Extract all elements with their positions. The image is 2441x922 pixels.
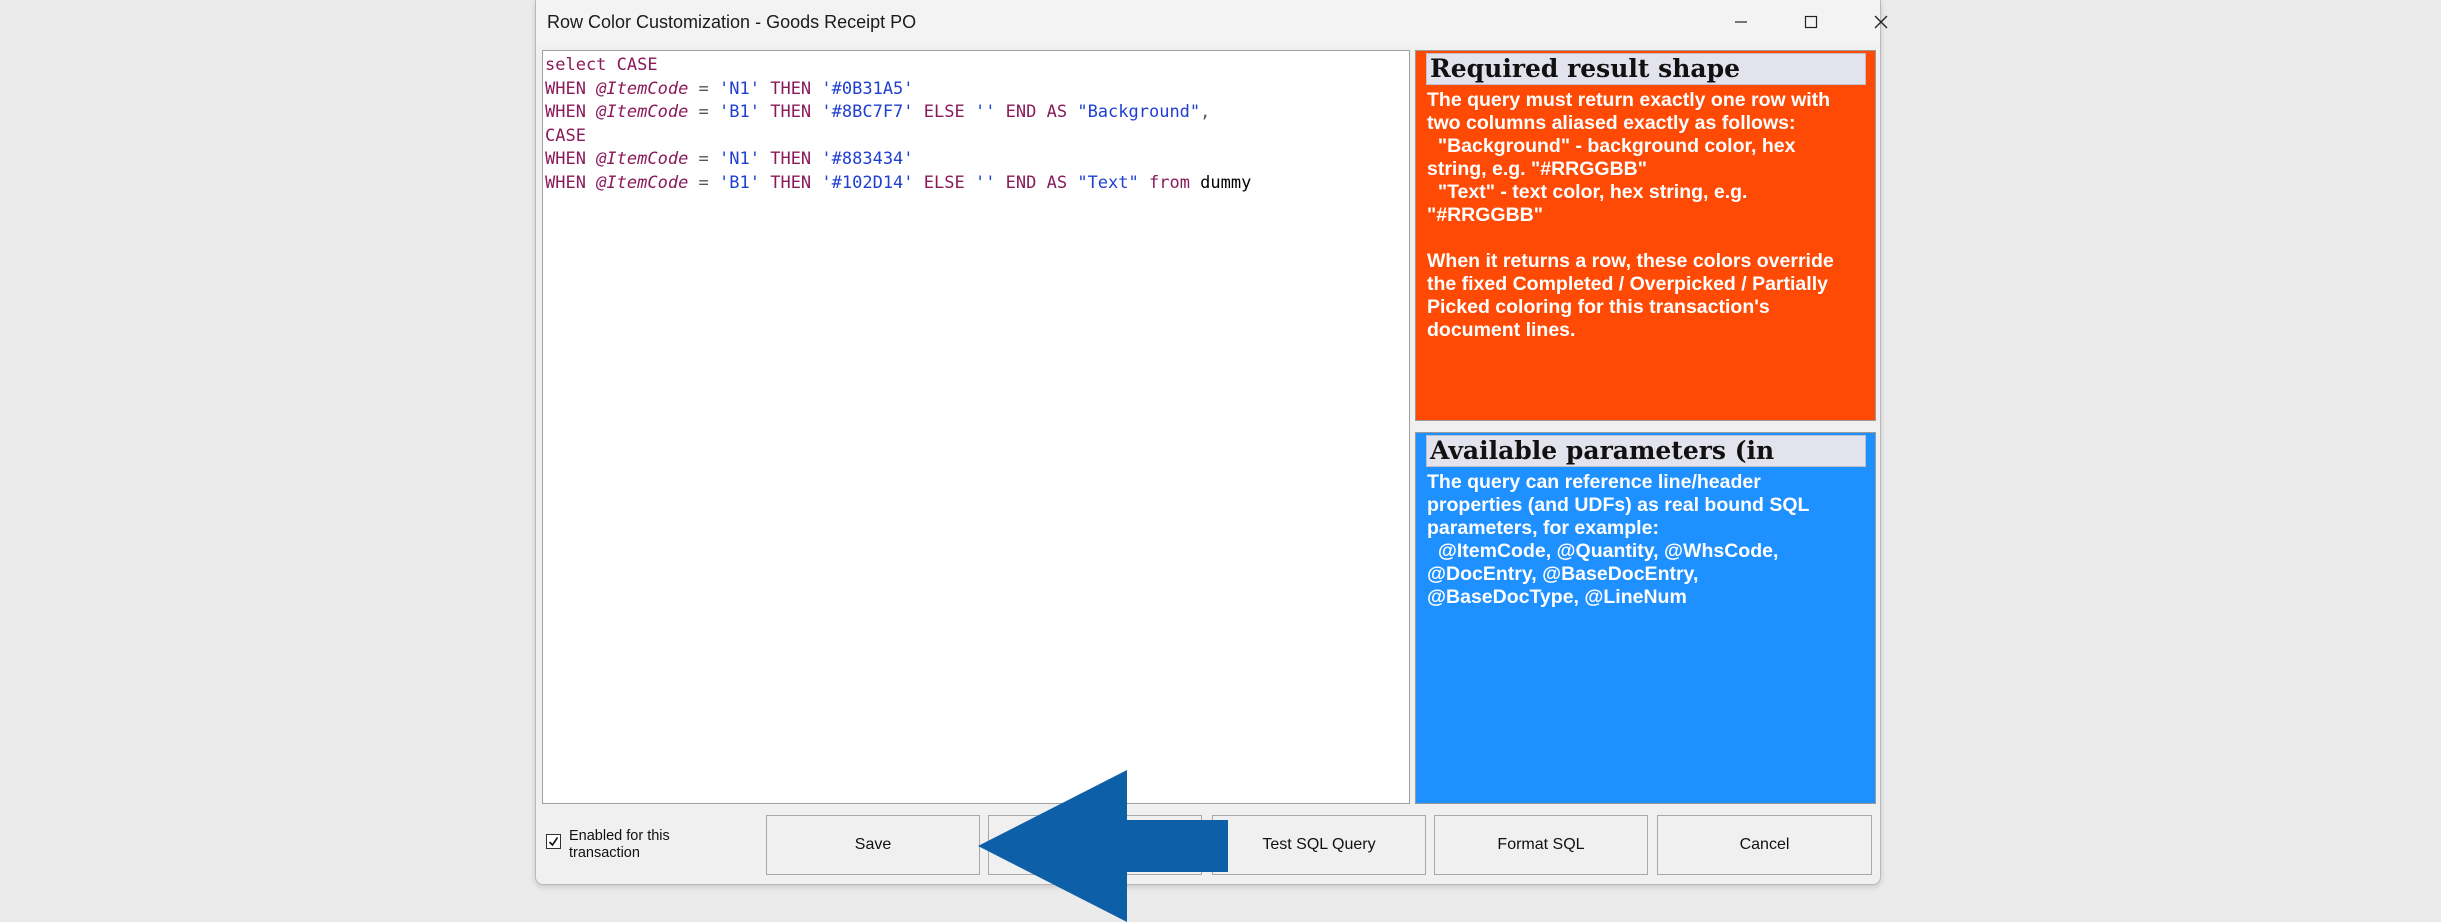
code-token: WHEN bbox=[545, 102, 597, 122]
code-token: @ItemCode bbox=[596, 149, 689, 169]
row-color-dialog: Row Color Customization - Goods Receipt … bbox=[535, 0, 1888, 885]
result-shape-panel: Required result shape The query must ret… bbox=[1415, 50, 1876, 421]
code-token: THEN bbox=[759, 172, 822, 193]
panel-text-line: @BaseDocType, @LineNum bbox=[1427, 586, 1687, 608]
panel-text-line: @ItemCode, @Quantity, @WhsCode, bbox=[1427, 540, 1779, 562]
panel-text-line: string, e.g. "#RRGGBB" bbox=[1427, 158, 1648, 180]
panel-text-line: "Text" - text color, hex string, e.g. bbox=[1427, 181, 1748, 203]
code-token: ELSE bbox=[913, 172, 975, 193]
code-token: '' bbox=[974, 172, 996, 193]
code-token: '#0B31A5' bbox=[821, 78, 914, 99]
code-token: ELSE bbox=[913, 102, 975, 122]
enabled-checkbox-label: Enabled for this transaction bbox=[569, 828, 670, 861]
code-token: END AS bbox=[995, 102, 1078, 122]
code-token: "Background" bbox=[1077, 102, 1201, 122]
code-token: 'B1' bbox=[719, 102, 760, 122]
test-sql-query-button[interactable]: Test SQL Query bbox=[1212, 815, 1426, 875]
code-token: = bbox=[688, 149, 720, 169]
code-token: WHEN bbox=[545, 172, 597, 193]
panel-text-line: parameters, for example: bbox=[1427, 517, 1659, 539]
panel-text-line: Picked coloring for this transaction's bbox=[1427, 296, 1770, 318]
code-token: @ItemCode bbox=[596, 78, 689, 99]
panel-text-line: When it returns a row, these colors over… bbox=[1427, 250, 1834, 272]
code-token: @ItemCode bbox=[596, 172, 689, 193]
panel-text-line: "Background" - background color, hex bbox=[1427, 135, 1796, 157]
panel-text-line: two columns aliased exactly as follows: bbox=[1427, 112, 1796, 134]
code-token: '#102D14' bbox=[821, 172, 914, 193]
minimize-button[interactable] bbox=[1706, 0, 1776, 44]
code-token: THEN bbox=[759, 78, 822, 99]
panel-text-line: The query must return exactly one row wi… bbox=[1427, 89, 1831, 111]
panel-text-line: document lines. bbox=[1427, 319, 1576, 341]
code-token: 'N1' bbox=[719, 149, 760, 169]
sql-editor[interactable]: select CASE WHEN @ItemCode = 'N1' THEN '#… bbox=[542, 50, 1410, 804]
code-token: dummy bbox=[1200, 172, 1252, 193]
code-token: END AS bbox=[995, 172, 1078, 193]
code-line: WHEN @ItemCode = 'B1' THEN '#102D14' ELS… bbox=[545, 172, 1407, 196]
code-token: '#883434' bbox=[821, 149, 914, 169]
checkmark-icon bbox=[548, 837, 559, 847]
panel-text-line: The query can reference line/header bbox=[1427, 471, 1761, 493]
code-token: 'B1' bbox=[719, 172, 760, 193]
result-shape-text: The query must return exactly one row wi… bbox=[1427, 89, 1867, 365]
code-token: from bbox=[1138, 172, 1201, 193]
code-token: = bbox=[688, 78, 720, 99]
save-button[interactable]: Save bbox=[766, 815, 980, 875]
code-token: , bbox=[1200, 102, 1211, 122]
minimize-icon bbox=[1735, 21, 1747, 23]
code-token: THEN bbox=[759, 149, 822, 169]
code-line: CASE bbox=[545, 125, 1407, 149]
panel-text-line: the fixed Completed / Overpicked / Parti… bbox=[1427, 273, 1828, 295]
code-token: '' bbox=[974, 102, 996, 122]
hidden-button[interactable] bbox=[988, 815, 1202, 875]
window-title: Row Color Customization - Goods Receipt … bbox=[547, 12, 917, 32]
code-token: 'N1' bbox=[719, 78, 760, 99]
code-token: THEN bbox=[759, 102, 822, 122]
code-token: @ItemCode bbox=[596, 102, 689, 122]
maximize-button[interactable] bbox=[1776, 0, 1846, 44]
code-line: WHEN @ItemCode = 'N1' THEN '#0B31A5' bbox=[545, 78, 1407, 102]
format-sql-button[interactable]: Format SQL bbox=[1434, 815, 1648, 875]
code-token: WHEN bbox=[545, 78, 597, 99]
result-shape-title: Required result shape bbox=[1426, 53, 1866, 85]
enabled-checkbox[interactable] bbox=[546, 834, 561, 849]
maximize-icon bbox=[1804, 15, 1818, 29]
code-token: select CASE bbox=[545, 55, 658, 75]
parameters-panel: Available parameters (in The query can r… bbox=[1415, 432, 1876, 804]
parameters-text: The query can reference line/header prope… bbox=[1427, 471, 1867, 632]
code-token: CASE bbox=[545, 125, 586, 146]
panel-text-line: "#RRGGBB" bbox=[1427, 204, 1544, 226]
code-token: '#8BC7F7' bbox=[821, 102, 914, 122]
code-line: select CASE bbox=[545, 54, 1407, 78]
cancel-button[interactable]: Cancel bbox=[1657, 815, 1872, 875]
panel-text-line: properties (and UDFs) as real bound SQL bbox=[1427, 494, 1810, 516]
parameters-title: Available parameters (in bbox=[1426, 435, 1866, 467]
code-token: "Text" bbox=[1077, 172, 1139, 193]
title-bar: Row Color Customization - Goods Receipt … bbox=[536, 0, 1888, 44]
panel-text-line: @DocEntry, @BaseDocEntry, bbox=[1427, 563, 1699, 585]
code-line: WHEN @ItemCode = 'B1' THEN '#8BC7F7' ELS… bbox=[545, 101, 1407, 125]
code-token: = bbox=[688, 172, 720, 193]
close-button[interactable] bbox=[1846, 0, 1916, 44]
code-token: WHEN bbox=[545, 149, 597, 169]
enabled-checkbox-group[interactable]: Enabled for this transaction bbox=[546, 826, 746, 866]
code-line: WHEN @ItemCode = 'N1' THEN '#883434' bbox=[545, 148, 1407, 172]
code-token: = bbox=[688, 102, 720, 122]
close-icon bbox=[1874, 15, 1888, 29]
